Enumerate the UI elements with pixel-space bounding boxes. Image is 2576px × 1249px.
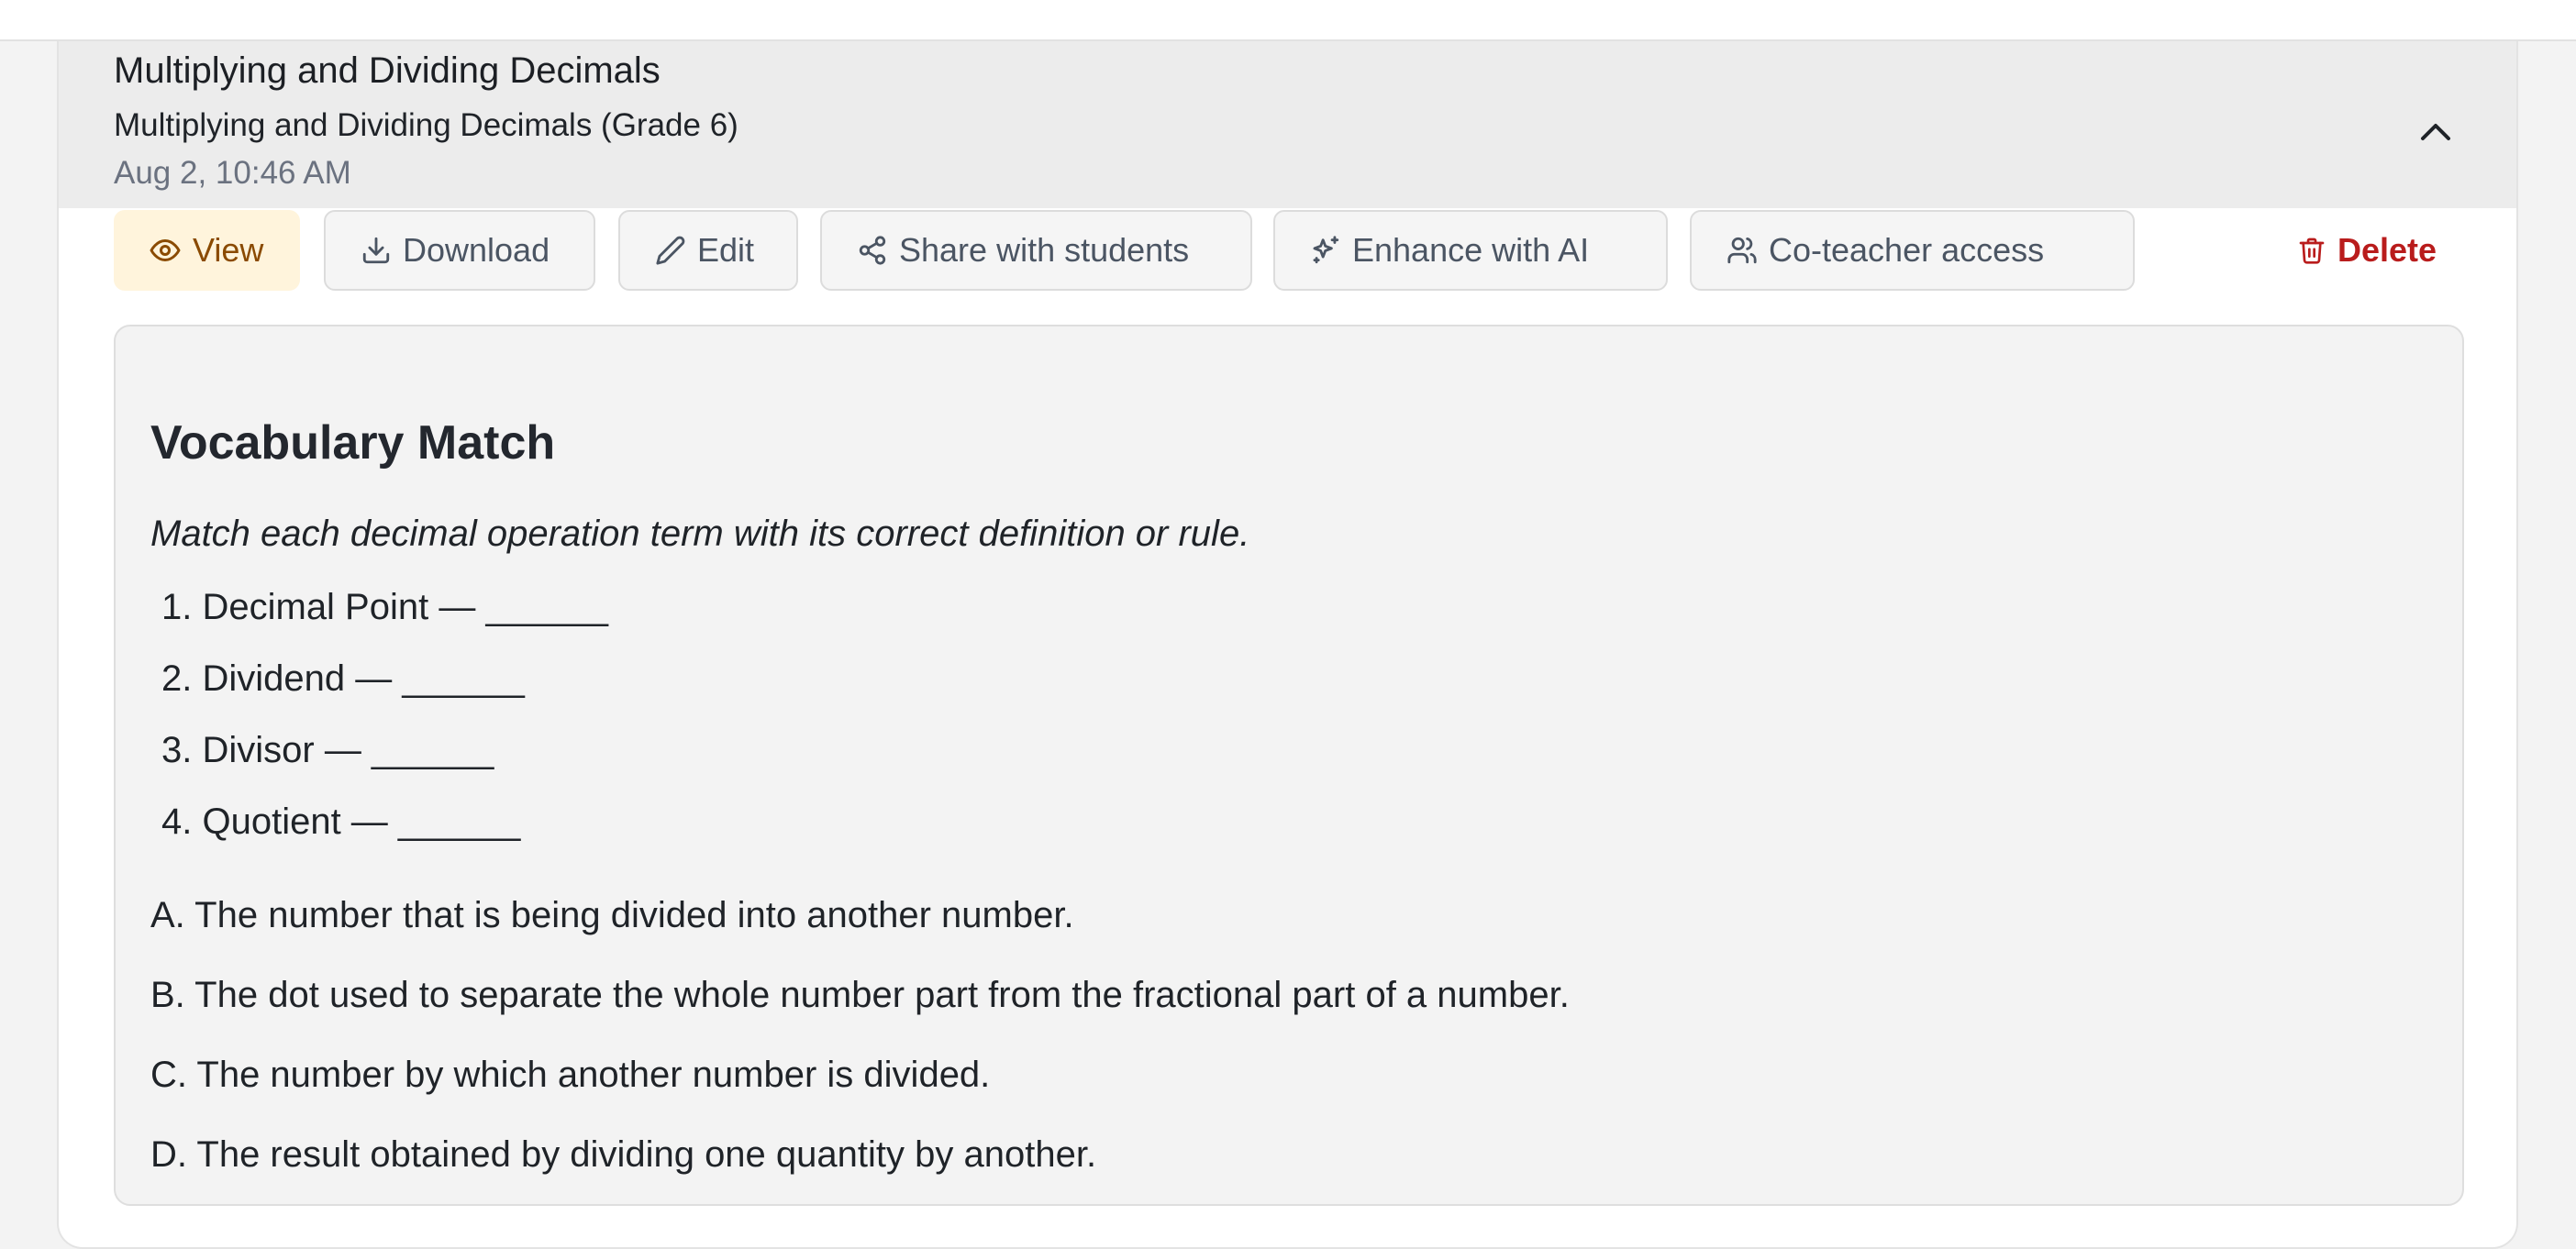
delete-button[interactable]: Delete: [2270, 210, 2453, 291]
edit-button[interactable]: Edit: [618, 210, 798, 291]
chevron-up-icon: [2421, 124, 2450, 140]
collapse-button[interactable]: [2410, 105, 2461, 157]
edit-button-label: Edit: [697, 231, 755, 269]
definition-item: C. The number by which another number is…: [150, 1055, 991, 1095]
card-date: Aug 2, 10:46 AM: [114, 155, 351, 191]
top-bar: [0, 0, 2576, 41]
vocab-term-item: 3. Divisor — ______: [161, 730, 494, 770]
definition-item: D. The result obtained by dividing one q…: [150, 1134, 1097, 1175]
share-with-students-label: Share with students: [899, 231, 1190, 269]
pencil-icon: [656, 236, 685, 265]
card-subtitle: Multiplying and Dividing Decimals (Grade…: [114, 107, 738, 143]
card-header[interactable]: Multiplying and Dividing Decimals Multip…: [59, 41, 2516, 208]
view-button[interactable]: View: [114, 210, 300, 291]
eye-icon: [150, 239, 181, 261]
users-icon: [1727, 237, 1757, 264]
definition-item: A. The number that is being divided into…: [150, 895, 1074, 935]
share-with-students-button[interactable]: Share with students: [820, 210, 1252, 291]
vocab-term-item: 2. Dividend — ______: [161, 658, 525, 699]
download-button-label: Download: [403, 231, 550, 269]
share-icon: [859, 236, 886, 265]
delete-button-label: Delete: [2337, 231, 2437, 269]
enhance-with-ai-label: Enhance with AI: [1352, 231, 1590, 269]
definition-item: B. The dot used to separate the whole nu…: [150, 975, 1570, 1015]
view-button-label: View: [193, 231, 264, 269]
co-teacher-access-label: Co-teacher access: [1769, 231, 2045, 269]
card-title: Multiplying and Dividing Decimals: [114, 50, 661, 91]
co-teacher-access-button[interactable]: Co-teacher access: [1690, 210, 2135, 291]
sparkles-icon: [1313, 236, 1339, 264]
vocab-term-item: 4. Quotient — ______: [161, 801, 521, 842]
vocab-term-item: 1. Decimal Point — ______: [161, 587, 608, 627]
enhance-with-ai-button[interactable]: Enhance with AI: [1273, 210, 1668, 291]
download-icon: [362, 237, 390, 264]
activity-title: Vocabulary Match: [150, 416, 556, 470]
trash-icon: [2299, 238, 2325, 264]
download-button[interactable]: Download: [324, 210, 595, 291]
activity-instructions: Match each decimal operation term with i…: [150, 514, 1250, 554]
material-card: Multiplying and Dividing Decimals Multip…: [57, 41, 2518, 1249]
activity-content: Vocabulary Match Match each decimal oper…: [114, 325, 2464, 1206]
